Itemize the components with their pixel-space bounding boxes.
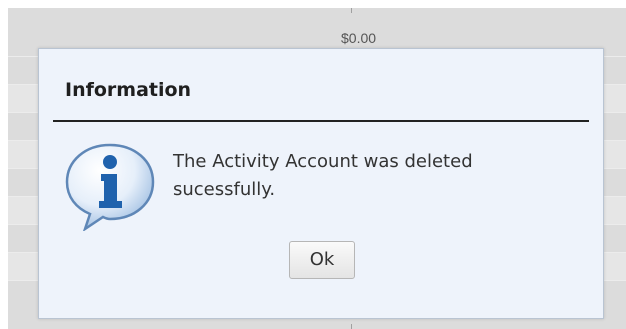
column-divider — [351, 324, 352, 329]
information-dialog: Information The Activity Account was del… — [38, 48, 604, 319]
title-divider — [53, 120, 589, 122]
dialog-message: The Activity Account was deleted sucessf… — [173, 151, 473, 200]
dialog-title: Information — [65, 79, 192, 101]
column-divider — [351, 8, 352, 13]
background-amount-cell: $0.00 — [341, 30, 377, 46]
ok-button[interactable]: Ok — [289, 241, 355, 279]
info-icon — [65, 143, 155, 231]
